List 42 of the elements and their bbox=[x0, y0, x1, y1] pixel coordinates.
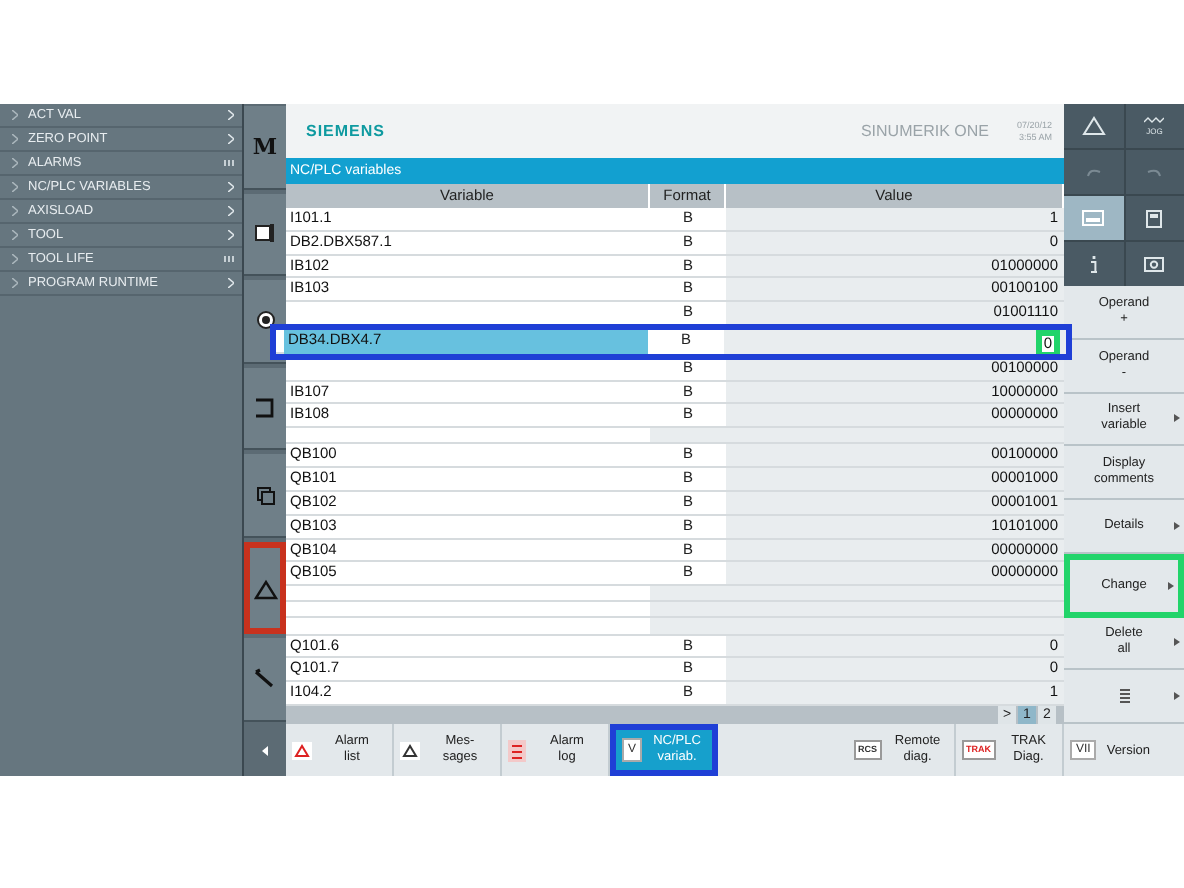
camera-icon bbox=[1144, 256, 1165, 272]
alarm-triangle-icon bbox=[292, 741, 312, 759]
document-icon bbox=[254, 222, 276, 245]
chevron-icon bbox=[12, 134, 18, 144]
more-icon bbox=[224, 256, 234, 262]
chevron-icon bbox=[12, 230, 18, 240]
product-name: SINUMERIK ONE bbox=[860, 122, 989, 140]
chevron-icon bbox=[12, 278, 18, 288]
triangle-icon bbox=[1081, 116, 1106, 136]
chevron-icon bbox=[228, 278, 234, 288]
monitor-icon bbox=[1082, 210, 1105, 226]
more-icon bbox=[224, 160, 234, 166]
caret-icon bbox=[262, 745, 268, 755]
chevron-icon bbox=[12, 254, 18, 264]
chevron-icon bbox=[12, 206, 18, 216]
m-letter-icon: M bbox=[252, 133, 278, 160]
chevron-icon bbox=[228, 206, 234, 216]
side-button[interactable]: M bbox=[244, 106, 286, 190]
log-icon bbox=[508, 739, 526, 761]
toolbar-button[interactable] bbox=[1125, 242, 1184, 286]
chevron-icon bbox=[228, 110, 234, 120]
wrench-icon bbox=[254, 668, 276, 691]
brand-logo: SIEMENS bbox=[306, 122, 388, 140]
chevron-icon bbox=[228, 134, 234, 144]
triangle-icon bbox=[253, 577, 277, 600]
list-icon bbox=[1119, 687, 1129, 706]
toolbar-button[interactable] bbox=[1125, 196, 1184, 240]
chevron-icon bbox=[228, 230, 234, 240]
chevron-icon bbox=[12, 110, 18, 120]
bracket-icon bbox=[254, 398, 276, 419]
redo-icon bbox=[1146, 166, 1163, 178]
chevron-icon bbox=[12, 158, 18, 168]
info-icon bbox=[1089, 255, 1098, 273]
undo-icon bbox=[1085, 166, 1102, 178]
chevron-icon bbox=[228, 182, 234, 192]
message-triangle-icon bbox=[400, 741, 420, 759]
chevron-icon bbox=[12, 182, 18, 192]
copy-icon bbox=[255, 485, 275, 506]
wave-icon bbox=[1144, 116, 1165, 126]
calculator-icon bbox=[1146, 209, 1163, 227]
toolbar-button[interactable] bbox=[1064, 104, 1123, 148]
side-button[interactable] bbox=[244, 193, 286, 277]
